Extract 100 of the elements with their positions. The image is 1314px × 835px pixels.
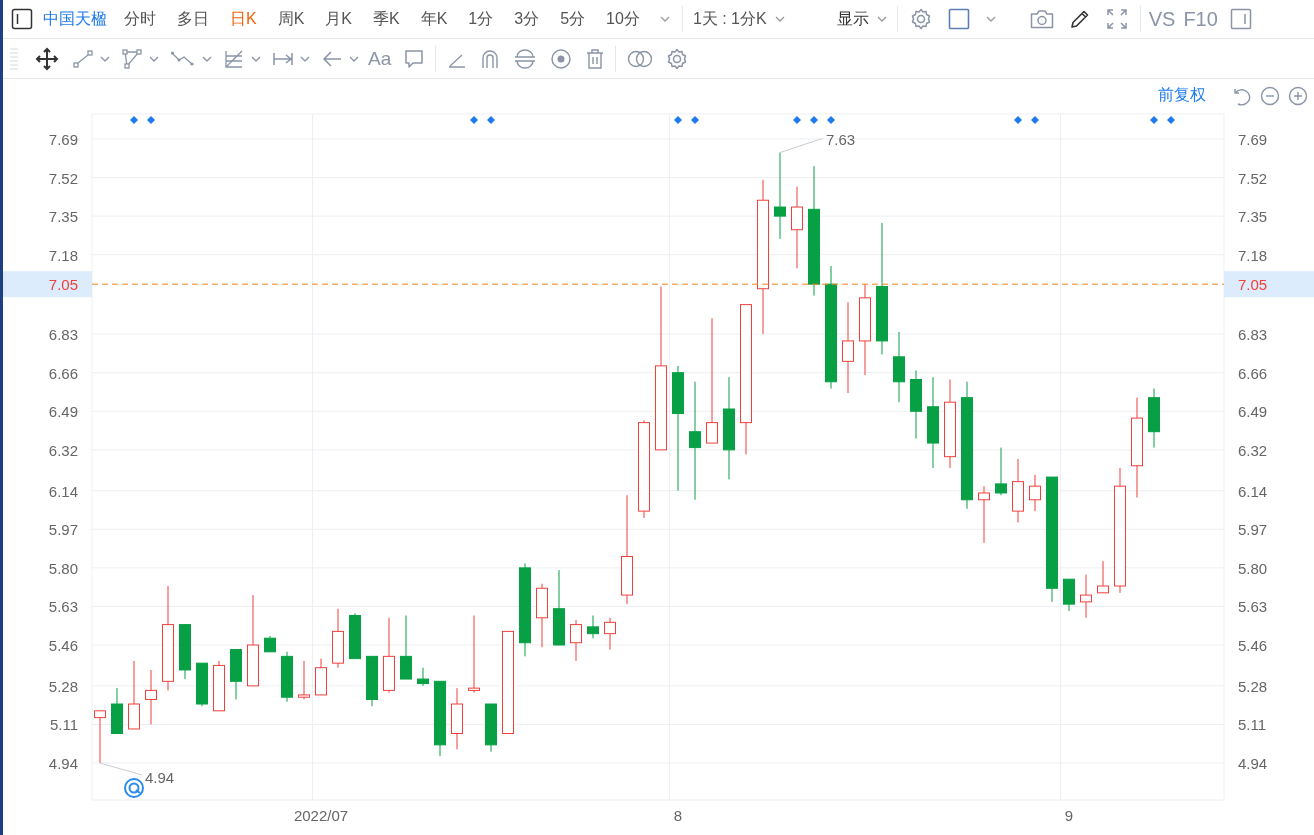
panel-icon[interactable] [11, 8, 33, 30]
comment-icon[interactable] [403, 47, 426, 70]
event-marker[interactable] [810, 116, 818, 124]
axis-label: 4.94 [48, 755, 78, 772]
candlestick [1012, 458, 1024, 523]
candlestick [485, 703, 497, 753]
axis-label: 7.69 [1238, 130, 1268, 148]
event-marker[interactable] [827, 116, 835, 124]
period-tab[interactable]: 1分 [459, 8, 503, 30]
axis-label: 6.14 [48, 482, 78, 500]
period-tab[interactable]: 10分 [597, 8, 649, 30]
leader-line [779, 138, 823, 154]
axis-label: 5.97 [48, 521, 78, 539]
caret-icon[interactable] [100, 55, 110, 62]
axis-label: 5.63 [48, 598, 78, 616]
display-dropdown[interactable]: 显示 [830, 8, 893, 30]
axis-label: 6.66 [48, 364, 78, 382]
period-tab[interactable]: 年K [411, 8, 457, 30]
pencil-icon[interactable] [1069, 9, 1090, 29]
event-marker[interactable] [1014, 116, 1022, 124]
move-icon[interactable] [35, 46, 59, 71]
leader-line [99, 762, 143, 776]
price-tag: 7.05 [1224, 271, 1314, 298]
polygon-tool-icon[interactable] [121, 47, 143, 70]
caret-icon[interactable] [349, 55, 359, 62]
caret-icon[interactable] [251, 55, 261, 62]
axis-label: 7.52 [1238, 169, 1268, 187]
event-marker[interactable] [147, 116, 155, 124]
event-marker[interactable] [487, 116, 495, 124]
axis-label: 5.80 [1238, 559, 1268, 577]
axis-label: 5.80 [48, 559, 78, 577]
event-marker[interactable] [130, 116, 138, 124]
axis-label: 6.32 [1238, 441, 1268, 459]
axis-label: 5.28 [1238, 677, 1268, 695]
low-price-label: 4.94 [145, 769, 175, 786]
axis-label: 7.69 [48, 130, 78, 148]
caret-icon[interactable] [202, 55, 212, 62]
axis-label: 5.11 [1238, 716, 1267, 734]
period-tab[interactable]: 5分 [551, 8, 595, 30]
axis-label: 7.52 [48, 169, 78, 187]
trash-icon[interactable] [585, 47, 606, 70]
axis-label: 7.18 [48, 246, 78, 264]
candlestick [145, 669, 157, 725]
caret-icon [876, 16, 887, 22]
period-tab[interactable]: 周K [268, 8, 314, 30]
fullscreen-icon[interactable] [1105, 8, 1128, 30]
axis-label: 5.97 [1238, 521, 1268, 539]
event-marker[interactable] [1167, 116, 1175, 124]
period-tab[interactable]: 3分 [505, 8, 549, 30]
high-price-label: 7.63 [826, 130, 856, 148]
axis-label: 9 [1064, 807, 1074, 824]
caret-icon[interactable] [300, 55, 310, 62]
period-tab[interactable]: 季K [364, 8, 409, 30]
period-tab[interactable]: 月K [316, 8, 361, 30]
period-tab[interactable]: 多日 [168, 8, 218, 30]
event-marker[interactable] [793, 116, 801, 124]
axis-label: 6.49 [1238, 403, 1268, 421]
square-icon[interactable] [947, 8, 970, 30]
caret-icon[interactable] [149, 55, 159, 62]
axis-label: 6.83 [1238, 326, 1268, 344]
camera-icon[interactable] [1029, 9, 1054, 29]
axis-label: 7.35 [48, 208, 78, 226]
event-marker[interactable] [470, 116, 478, 124]
settings-icon[interactable] [666, 47, 689, 70]
caret-icon[interactable] [985, 16, 996, 22]
caret-icon [774, 16, 785, 22]
axis-label: 5.46 [1238, 637, 1268, 654]
axis-label: 5.11 [49, 716, 78, 734]
axis-label: 6.83 [48, 326, 78, 344]
magnet-icon[interactable] [480, 47, 501, 70]
settings-icon[interactable] [909, 8, 932, 30]
zoom-out-icon[interactable] [1260, 85, 1280, 106]
candlestick [1029, 474, 1041, 512]
axis-label: 8 [673, 807, 683, 824]
overlap-circles-icon[interactable] [627, 48, 654, 69]
zoom-in-icon[interactable] [1288, 85, 1308, 106]
axis-label: 6.32 [48, 441, 78, 459]
axis-label: 5.46 [48, 637, 78, 654]
axis-label: 7.35 [1238, 208, 1268, 226]
event-marker[interactable] [674, 116, 682, 124]
axis-label: 6.66 [1238, 364, 1268, 382]
event-marker[interactable] [1031, 116, 1039, 124]
caret-icon[interactable] [659, 16, 670, 22]
eye-icon[interactable] [550, 47, 573, 70]
axis-label: 2022/07 [293, 807, 349, 824]
sync-icon[interactable] [513, 47, 538, 70]
stock-name[interactable]: 中国天楹 [43, 8, 107, 30]
adjustment-link[interactable]: 前复权 [1158, 85, 1206, 106]
event-marker[interactable] [1150, 116, 1158, 124]
ref-line-label: 7.05 [48, 276, 78, 294]
period-tab[interactable]: 分时 [115, 8, 165, 30]
candlestick [1148, 388, 1160, 449]
axis-label: 7.18 [1238, 246, 1268, 264]
marker-icon[interactable] [124, 778, 144, 798]
event-marker[interactable] [691, 116, 699, 124]
line-tool-icon[interactable] [72, 47, 94, 70]
interval-dropdown[interactable]: 1天 : 1分K [686, 8, 791, 30]
candlestick [128, 660, 140, 730]
price-tag: 7.05 [3, 271, 92, 298]
axis-label: 6.49 [48, 403, 78, 421]
